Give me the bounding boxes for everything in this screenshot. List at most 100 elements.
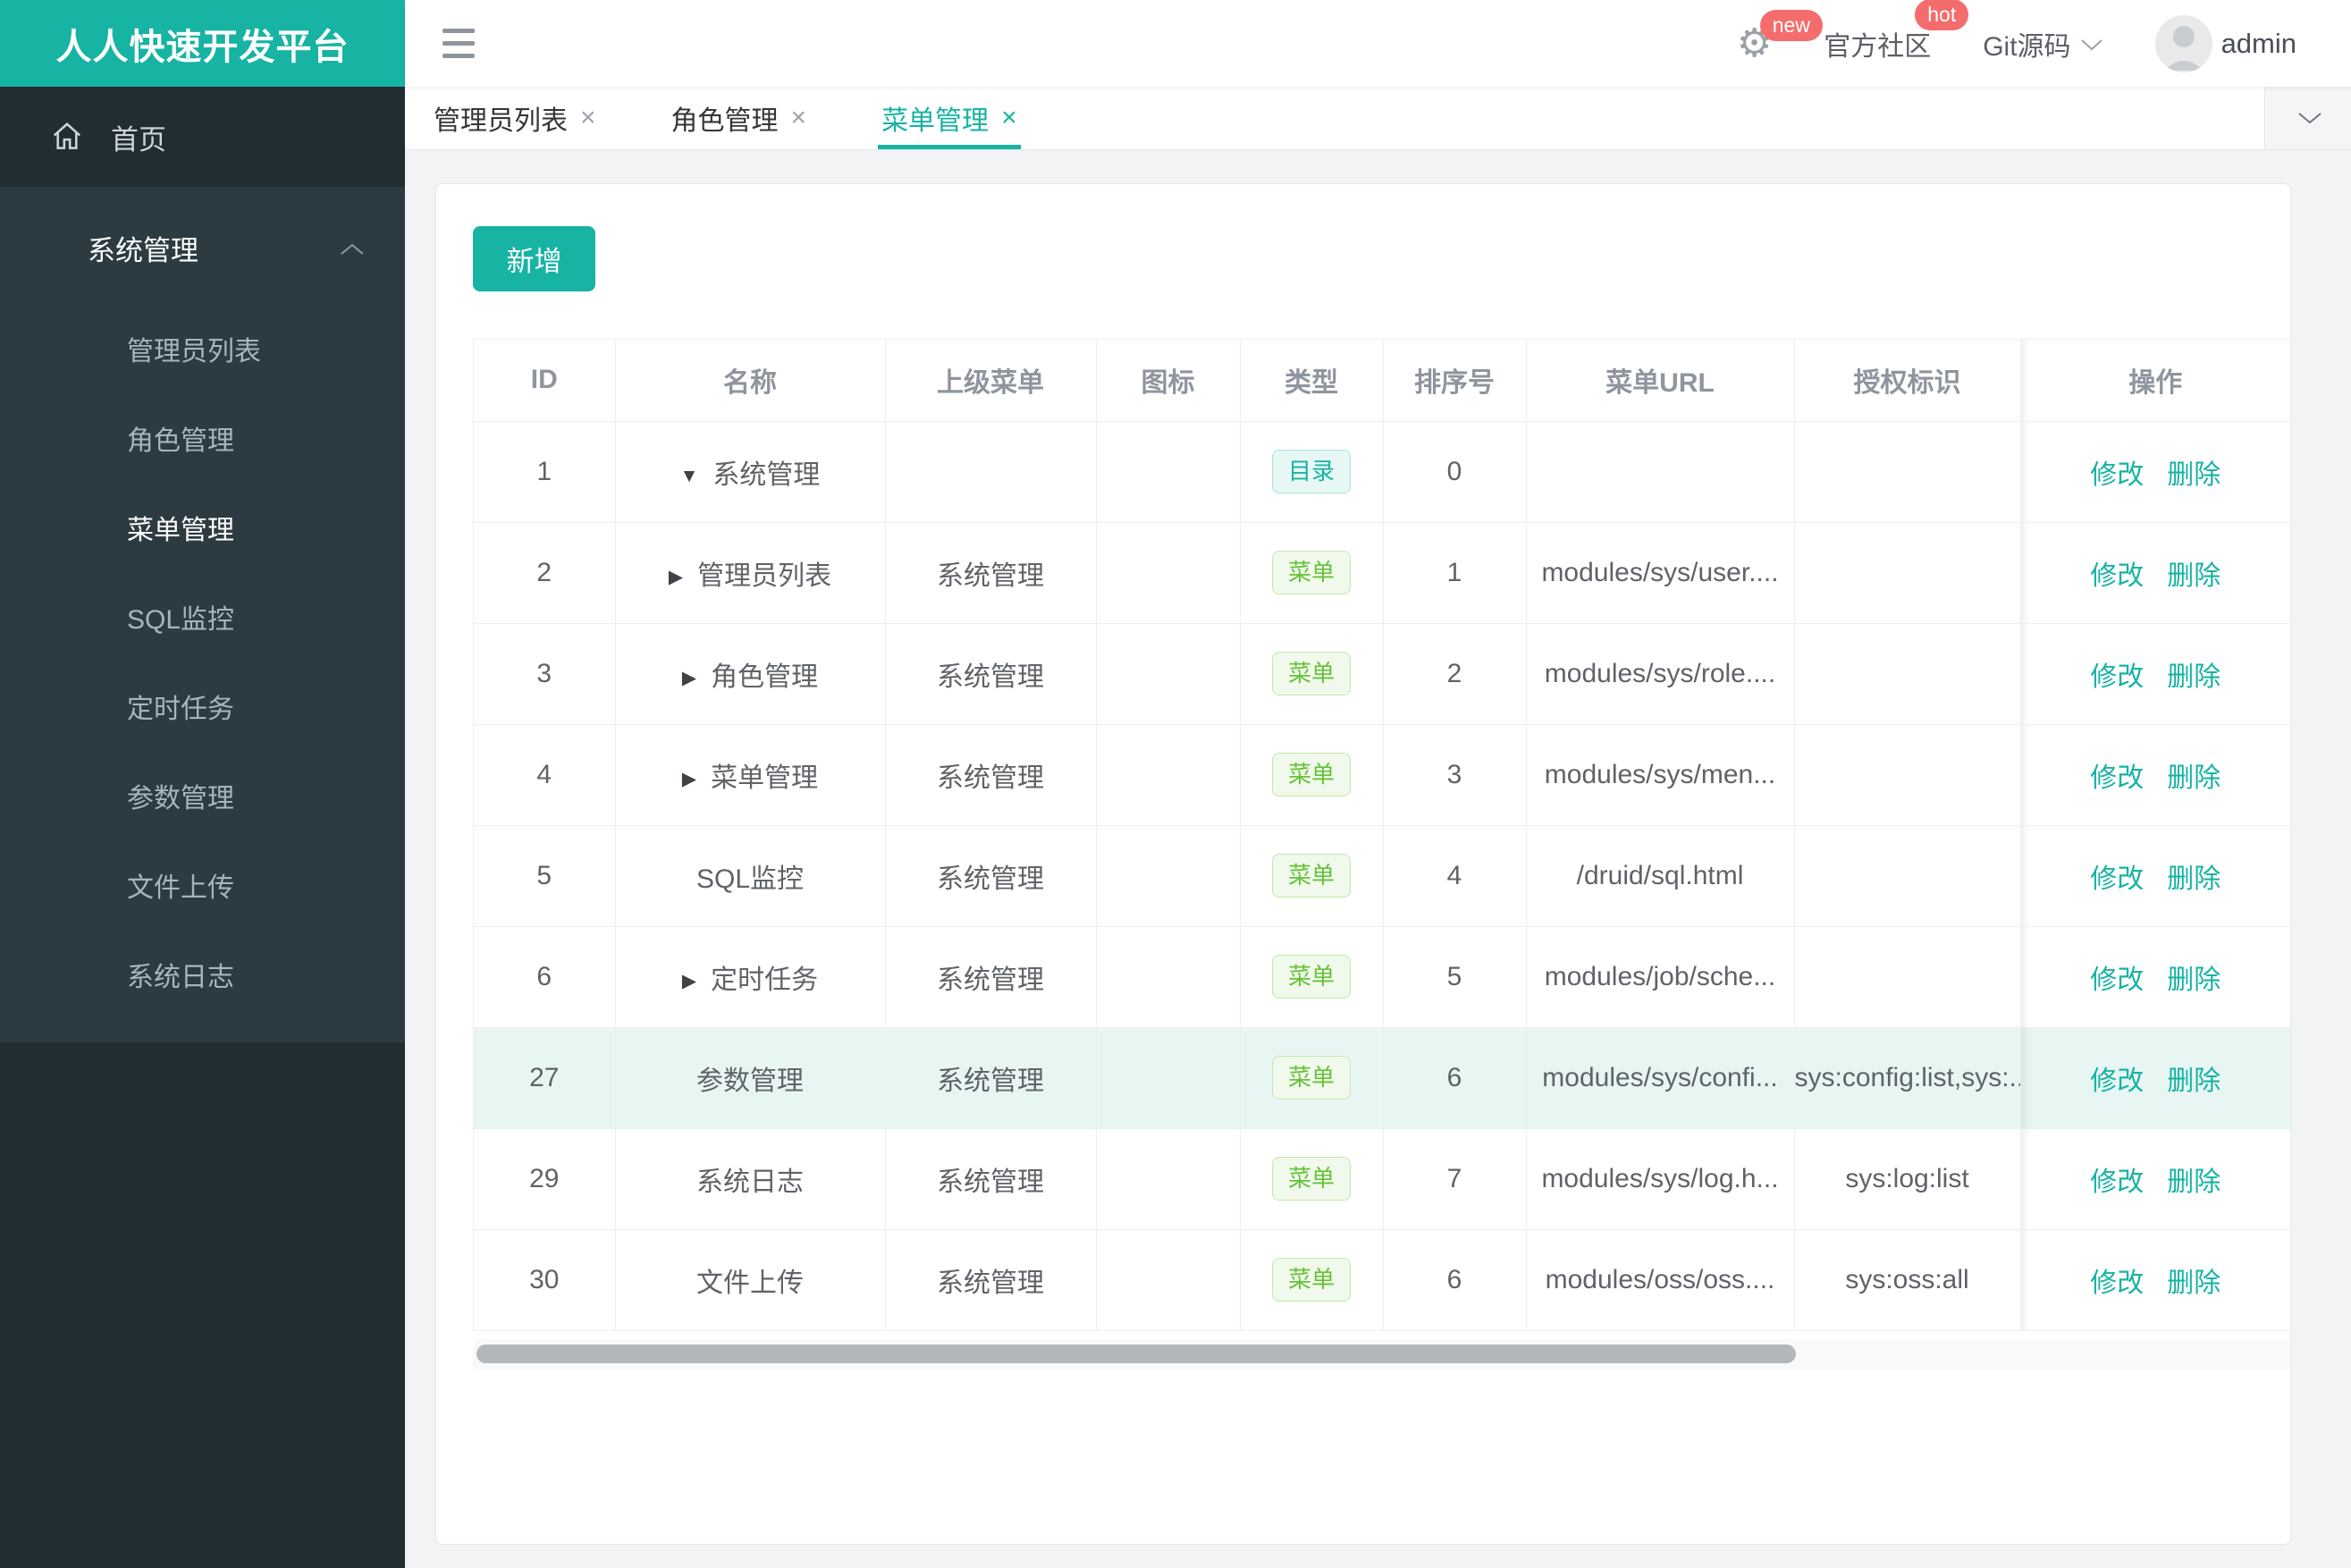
cell-actions: 修改 删除: [2020, 825, 2290, 927]
tree-collapsed-icon[interactable]: ▶: [682, 668, 696, 688]
table-row[interactable]: 5 SQL监控 系统管理 菜单 4/druid/sql.html 修改 删除: [474, 825, 2290, 927]
cell-icon: [1096, 623, 1241, 725]
cell-parent: 系统管理: [885, 724, 1097, 826]
tree-collapsed-icon[interactable]: ▶: [669, 567, 683, 587]
cell-order: 2: [1383, 623, 1527, 725]
sidebar-item-菜单管理[interactable]: 菜单管理: [0, 486, 405, 576]
delete-link[interactable]: 删除: [2167, 1269, 2220, 1298]
sidebar-item-文件上传[interactable]: 文件上传: [0, 844, 405, 933]
scrollbar-thumb[interactable]: [476, 1345, 1796, 1363]
edit-link[interactable]: 修改: [2090, 763, 2144, 793]
table-row[interactable]: 29 系统日志 系统管理 菜单 7 modules/sys/log.h... sys:log…: [474, 1128, 2290, 1230]
table-row[interactable]: 30 文件上传 系统管理 菜单 6 modules/oss/oss.... sys:oss:…: [474, 1229, 2290, 1331]
cell-name: ▶ 管理员列表: [615, 522, 886, 624]
cell-actions: 修改 删除: [2020, 1027, 2290, 1129]
sidebar-item-系统日志[interactable]: 系统日志: [0, 933, 405, 1023]
cell-parent: 系统管理: [885, 825, 1097, 927]
table-row[interactable]: 2 ▶ 管理员列表 系统管理 菜单 1 modules/sys/user.... 修改 删除: [474, 522, 2290, 624]
tab-overflow-button[interactable]: [2264, 87, 2351, 149]
cell-name: ▶ 角色管理: [615, 623, 886, 725]
type-badge: 菜单: [1271, 1257, 1351, 1302]
delete-link[interactable]: 删除: [2167, 864, 2220, 894]
topbar-right: ⚙ new 官方社区 hot Git源码 admin: [1737, 0, 2296, 72]
cell-actions: 修改 删除: [2020, 724, 2290, 826]
tree-collapsed-icon[interactable]: ▶: [682, 769, 696, 789]
edit-link[interactable]: 修改: [2090, 662, 2144, 692]
tabbar: 管理员列表 × 角色管理 × 菜单管理 ×: [405, 87, 2351, 150]
delete-link[interactable]: 删除: [2167, 965, 2220, 995]
community-label: 官方社区: [1824, 31, 1932, 62]
delete-link[interactable]: 删除: [2167, 460, 2220, 490]
cell-type: 目录: [1240, 421, 1384, 523]
cell-type: 菜单: [1240, 825, 1384, 927]
table-row[interactable]: 4 ▶ 菜单管理 系统管理 菜单 3 modules/sys/men... 修改 删除: [474, 724, 2290, 826]
user-menu[interactable]: admin: [2154, 14, 2296, 72]
table-header-row: ID 名称 上级菜单 图标 类型 排序号 菜单URL 授权标识 操作: [474, 340, 2290, 422]
close-icon[interactable]: ×: [1001, 105, 1017, 131]
sidebar-group-title[interactable]: 系统管理: [0, 187, 405, 308]
add-button[interactable]: 新增: [473, 226, 595, 291]
app-root: 人人快速开发平台 首页 系统管理 管理员列表 角色管理 菜单管理 SQL监控 定时任务参…: [0, 0, 2351, 1568]
col-header-name: 名称: [615, 340, 886, 422]
cell-name: 参数管理: [615, 1027, 886, 1129]
close-icon[interactable]: ×: [791, 105, 807, 131]
cell-type: 菜单: [1240, 1027, 1384, 1129]
tab-menu-management[interactable]: 菜单管理 ×: [878, 87, 1021, 149]
delete-link[interactable]: 删除: [2167, 561, 2220, 591]
menu-name: SQL监控: [695, 864, 805, 894]
sidebar-item-管理员列表[interactable]: 管理员列表: [0, 308, 405, 397]
cell-url: [1526, 421, 1795, 523]
cell-parent: 系统管理: [885, 1027, 1097, 1129]
sidebar-submenu: 管理员列表 角色管理 菜单管理 SQL监控 定时任务 参数管理 文件上传 系统日志: [0, 308, 405, 1023]
type-badge: 菜单: [1271, 1156, 1351, 1201]
menu-name: 文件上传: [696, 1268, 804, 1298]
table-row[interactable]: 3 ▶ 角色管理 系统管理 菜单 2 modules/sys/role.... 修改 删除: [474, 623, 2290, 725]
avatar: [2154, 14, 2212, 72]
git-source-menu[interactable]: Git源码: [1983, 24, 2102, 63]
cell-perms: [1794, 724, 2021, 826]
table-row[interactable]: 27 参数管理 系统管理 菜单 6 modules/sys/confi... sys:con…: [474, 1027, 2290, 1129]
cell-perms: sys:oss:all: [1794, 1229, 2021, 1331]
delete-link[interactable]: 删除: [2167, 1168, 2220, 1197]
sidebar-item-参数管理[interactable]: 参数管理: [0, 754, 405, 844]
cell-id: 29: [474, 1128, 616, 1230]
sidebar-item-定时任务[interactable]: 定时任务: [0, 665, 405, 754]
sidebar-toggle-icon[interactable]: [442, 29, 475, 58]
community-link[interactable]: 官方社区 hot: [1824, 0, 1969, 63]
tree-expanded-icon[interactable]: ▼: [680, 466, 699, 486]
delete-link[interactable]: 删除: [2167, 662, 2220, 692]
edit-link[interactable]: 修改: [2090, 1066, 2144, 1096]
content-card: 新增 ID 名称 上级菜单 图标 类型 排序号 菜单URL 授权标识 操作 1 …: [435, 183, 2291, 1545]
cell-id: 5: [474, 825, 616, 927]
cell-parent: 系统管理: [885, 623, 1097, 725]
cell-parent: [885, 421, 1097, 523]
chevron-down-icon: [2080, 29, 2103, 59]
close-icon[interactable]: ×: [580, 105, 596, 131]
edit-link[interactable]: 修改: [2090, 561, 2144, 591]
sidebar-item-SQL监控[interactable]: SQL监控: [0, 576, 405, 665]
cell-perms: [1794, 926, 2021, 1028]
sidebar-item-角色管理[interactable]: 角色管理: [0, 397, 405, 486]
table-row[interactable]: 1 ▼ 系统管理 目录 0 修改 删除: [474, 421, 2290, 523]
edit-link[interactable]: 修改: [2090, 1168, 2144, 1197]
edit-link[interactable]: 修改: [2090, 965, 2144, 995]
menu-name: 定时任务: [711, 965, 819, 995]
edit-link[interactable]: 修改: [2090, 1269, 2144, 1298]
sidebar-item-home[interactable]: 首页: [0, 87, 405, 187]
cell-perms: sys:config:list,sys:...: [1794, 1027, 2021, 1129]
tab-admin-list[interactable]: 管理员列表 ×: [430, 87, 600, 149]
cell-id: 4: [474, 724, 616, 826]
horizontal-scrollbar[interactable]: [473, 1338, 2290, 1370]
edit-link[interactable]: 修改: [2090, 460, 2144, 490]
edit-link[interactable]: 修改: [2090, 864, 2144, 894]
cell-actions: 修改 删除: [2020, 421, 2290, 523]
type-badge: 菜单: [1271, 550, 1351, 595]
delete-link[interactable]: 删除: [2167, 1066, 2220, 1096]
col-header-url: 菜单URL: [1526, 340, 1795, 422]
tab-role-management[interactable]: 角色管理 ×: [668, 87, 811, 149]
settings-button[interactable]: ⚙ new: [1737, 9, 1823, 63]
delete-link[interactable]: 删除: [2167, 763, 2220, 793]
tree-collapsed-icon[interactable]: ▶: [682, 971, 696, 991]
cell-order: 7: [1383, 1128, 1527, 1230]
table-row[interactable]: 6 ▶ 定时任务 系统管理 菜单 5 modules/job/sche... 修改 删除: [474, 926, 2290, 1028]
